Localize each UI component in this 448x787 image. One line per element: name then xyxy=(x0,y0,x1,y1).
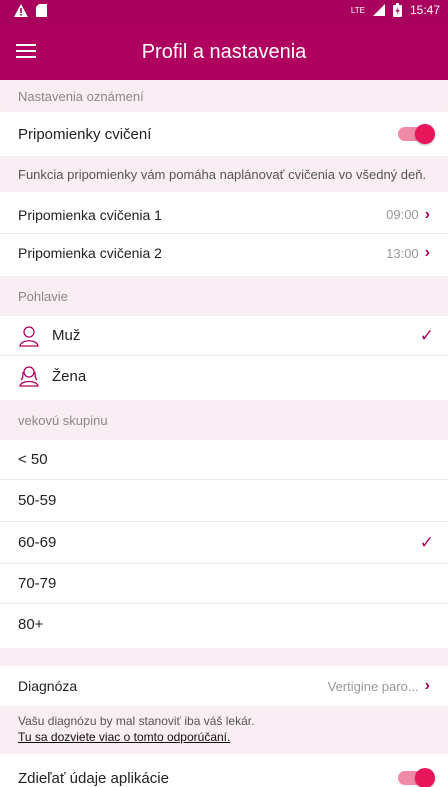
diagnosis-row[interactable]: Diagnóza Vertigine paro... › xyxy=(0,666,448,706)
share-data-toggle[interactable] xyxy=(398,768,435,787)
learn-more-link[interactable]: Tu sa dozviete viac o tomto odporúčaní. xyxy=(18,730,430,744)
diagnosis-label: Diagnóza xyxy=(18,678,78,694)
chevron-right-icon: › xyxy=(424,244,430,261)
diagnosis-value: Vertigine paro... xyxy=(327,678,419,694)
checkmark-icon: ✓ xyxy=(419,532,434,552)
section-label: vekovú skupinu xyxy=(18,412,108,428)
section-label: Pohlavie xyxy=(18,288,68,304)
age-option[interactable]: 50-59 xyxy=(0,480,448,522)
warning-icon xyxy=(14,4,28,17)
reminder-info-text: Funkcia pripomienky vám pomáha naplánova… xyxy=(18,166,427,182)
exercise-reminders-toggle-row[interactable]: Pripomienky cvičení xyxy=(0,112,448,156)
reminder-row-1[interactable]: Pripomienka cvičenia 1 09:00 › xyxy=(0,196,448,234)
reminder-info: Funkcia pripomienky vám pomáha naplánova… xyxy=(0,156,448,192)
gender-label: Žena xyxy=(52,367,87,385)
app-bar: Profil a nastavenia xyxy=(0,24,448,80)
reminder-label: Pripomienka cvičenia 1 xyxy=(18,206,162,223)
battery-icon xyxy=(392,3,402,17)
age-option[interactable]: 60-69 ✓ xyxy=(0,522,448,564)
person-female-icon xyxy=(19,366,39,387)
chevron-right-icon: › xyxy=(424,205,430,223)
status-bar: LTE 15:47 xyxy=(0,0,448,24)
age-option[interactable]: < 50 xyxy=(0,440,448,480)
section-label: Nastavenia oznámení xyxy=(18,88,144,104)
status-time: 15:47 xyxy=(409,3,440,17)
reminder-label: Pripomienka cvičenia 2 xyxy=(18,245,162,261)
toggle-label: Pripomienky cvičení xyxy=(18,125,152,143)
age-option[interactable]: 70-79 xyxy=(0,564,448,604)
person-icon xyxy=(19,325,39,347)
gender-label: Muž xyxy=(52,327,81,344)
share-label: Zdieľať údaje aplikácie xyxy=(18,769,169,787)
age-label: 50-59 xyxy=(18,492,57,509)
exercise-reminders-toggle[interactable] xyxy=(398,124,435,144)
age-option[interactable]: 80+ xyxy=(0,604,448,644)
age-label: 70-79 xyxy=(18,575,57,592)
section-header-age-group: vekovú skupinu xyxy=(0,400,448,440)
gender-option-male[interactable]: Muž ✓ xyxy=(0,316,448,356)
age-label: < 50 xyxy=(18,451,48,468)
page-title: Profil a nastavenia xyxy=(141,41,307,63)
diagnosis-note-text: Vašu diagnózu by mal stanoviť iba váš le… xyxy=(18,714,255,728)
lte-label: LTE xyxy=(350,5,365,15)
reminder-time: 09:00 xyxy=(386,207,419,222)
reminder-time: 13:00 xyxy=(386,245,419,261)
reminder-row-2[interactable]: Pripomienka cvičenia 2 13:00 › xyxy=(0,234,448,272)
age-label: 80+ xyxy=(18,615,44,633)
chevron-right-icon: › xyxy=(424,677,430,694)
sd-card-icon xyxy=(36,4,47,17)
checkmark-icon: ✓ xyxy=(419,325,434,345)
age-label: 60-69 xyxy=(18,534,57,551)
share-data-toggle-row[interactable]: Zdieľať údaje aplikácie xyxy=(0,758,448,787)
gender-option-female[interactable]: Žena xyxy=(0,356,448,396)
diagnosis-note: Vašu diagnózu by mal stanoviť iba váš le… xyxy=(0,706,448,754)
section-header-notifications: Nastavenia oznámení xyxy=(0,80,448,112)
section-header-gender: Pohlavie xyxy=(0,276,448,316)
signal-icon xyxy=(372,4,385,16)
section-spacer xyxy=(0,648,448,666)
